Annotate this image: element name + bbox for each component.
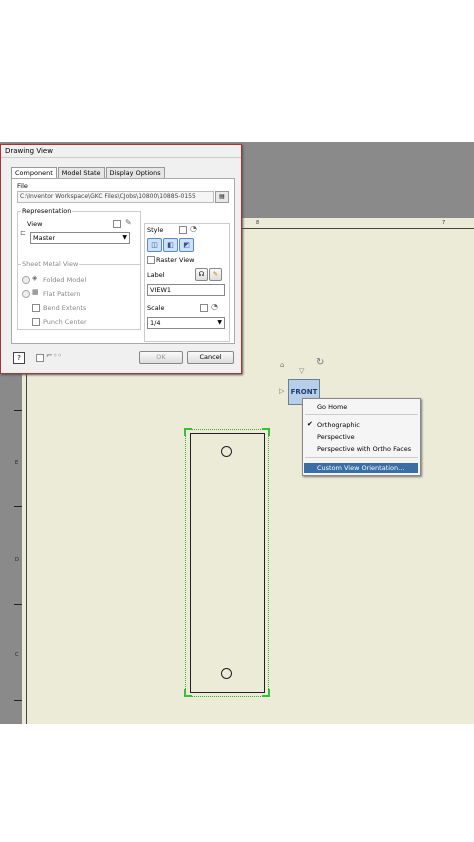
tab-model-state[interactable]: Model State [57, 167, 105, 178]
menu-item-perspective-ortho-faces[interactable]: Perspective with Ortho Faces [317, 445, 411, 453]
glasses-icon[interactable]: ⌐◦◦ [46, 351, 62, 360]
zone-divider [14, 410, 22, 411]
drawing-view-dialog: Drawing View Component Model State Displ… [0, 144, 242, 374]
menu-separator [305, 457, 418, 458]
home-icon[interactable]: ⌂ [280, 361, 284, 369]
menu-separator [305, 414, 418, 415]
part-hole [221, 446, 232, 457]
file-label: File [17, 182, 28, 190]
bend-extents-label: Bend Extents [43, 304, 87, 312]
menu-item-perspective[interactable]: Perspective [317, 433, 355, 441]
ok-button[interactable]: OK [139, 351, 183, 364]
style-settings-icon[interactable]: ◔ [190, 224, 197, 233]
style-group: Style ◔ ◫ ◧ ◩ Raster View Label ☊ ✎ VIEW… [144, 223, 230, 342]
hidden-line-icon[interactable]: ◫ [147, 238, 162, 252]
dialog-title: Drawing View [1, 145, 241, 158]
arrow-left-icon[interactable]: ▷ [279, 387, 284, 395]
edit-label-icon[interactable]: ✎ [209, 268, 222, 281]
style-label: Style [147, 226, 164, 234]
file-path-input[interactable]: C:\Inventor Workspace\GKC Files\CJobs\10… [17, 191, 214, 203]
chevron-down-icon: ▼ [122, 234, 127, 241]
checkmark-icon: ✔ [307, 420, 313, 428]
help-icon[interactable]: ? [13, 352, 25, 364]
style-checkbox[interactable] [179, 226, 187, 234]
representation-label: Representation [21, 207, 73, 215]
part-hole [221, 668, 232, 679]
menu-item-go-home[interactable]: Go Home [317, 403, 347, 411]
view-cube-context-menu: Go Home ✔ Orthographic Perspective Persp… [302, 398, 421, 476]
flat-pattern-radio[interactable] [22, 290, 30, 298]
scale-checkbox[interactable] [200, 304, 208, 312]
sheet-zone-label: C [15, 652, 19, 658]
scale-select-value: 1/4 [150, 319, 161, 327]
folded-model-radio[interactable] [22, 276, 30, 284]
sheet-metal-group: Sheet Metal View ◈ Folded Model ▦ Flat P… [17, 260, 141, 330]
scale-settings-icon[interactable]: ◔ [211, 302, 218, 311]
component-panel: File C:\Inventor Workspace\GKC Files\CJo… [11, 178, 235, 344]
dialog-tabs: Component Model State Display Options [11, 167, 166, 180]
bend-extents-checkbox[interactable] [32, 304, 40, 312]
chevron-down-icon: ▼ [217, 319, 222, 326]
view-select-value: Master [33, 234, 56, 242]
cancel-button[interactable]: Cancel [187, 351, 234, 364]
sheet-zone-label: 7 [442, 220, 446, 226]
sheet-zone-label: D [15, 557, 19, 563]
zone-divider [14, 506, 22, 507]
zone-divider [14, 700, 22, 701]
sheet-zone-label: E [15, 460, 19, 466]
flat-pattern-icon: ▦ [32, 288, 39, 296]
folded-model-icon: ◈ [32, 274, 38, 282]
sheet-metal-label: Sheet Metal View [21, 260, 80, 268]
raster-view-checkbox[interactable] [147, 256, 155, 264]
part-outline[interactable] [190, 433, 265, 693]
representation-group: Representation View ⊏ ✎ Master ▼ [17, 207, 141, 265]
pin-icon[interactable]: ✎ [125, 218, 132, 227]
scale-label: Scale [147, 304, 165, 312]
menu-item-custom-view-orientation[interactable]: Custom View Orientation... [317, 464, 404, 472]
tab-display-options[interactable]: Display Options [105, 167, 165, 178]
view-label: View [27, 220, 43, 228]
browse-folder-icon[interactable]: ▤ [215, 191, 229, 203]
shaded-icon[interactable]: ◩ [179, 238, 194, 252]
raster-view-label: Raster View [156, 256, 195, 264]
flat-pattern-label: Flat Pattern [43, 290, 81, 298]
zone-divider [14, 604, 22, 605]
rotate-icon[interactable]: ↻ [316, 357, 324, 368]
hidden-line-removed-icon[interactable]: ◧ [163, 238, 178, 252]
view-select[interactable]: Master ▼ [30, 232, 130, 244]
view-rep-checkbox[interactable] [113, 220, 121, 228]
folded-model-label: Folded Model [43, 276, 87, 284]
label-label: Label [147, 271, 165, 279]
menu-item-orthographic[interactable]: Orthographic [317, 421, 360, 429]
scale-select[interactable]: 1/4 ▼ [147, 317, 225, 329]
arrow-up-icon[interactable]: ▽ [299, 367, 304, 375]
preview-checkbox[interactable] [36, 354, 44, 362]
sheet-zone-label: 8 [256, 220, 260, 226]
punch-center-checkbox[interactable] [32, 318, 40, 326]
label-input[interactable]: VIEW1 [147, 284, 225, 296]
view-rep-icon: ⊏ [20, 229, 26, 237]
punch-center-label: Punch Center [43, 318, 87, 326]
label-visibility-icon[interactable]: ☊ [195, 268, 208, 281]
